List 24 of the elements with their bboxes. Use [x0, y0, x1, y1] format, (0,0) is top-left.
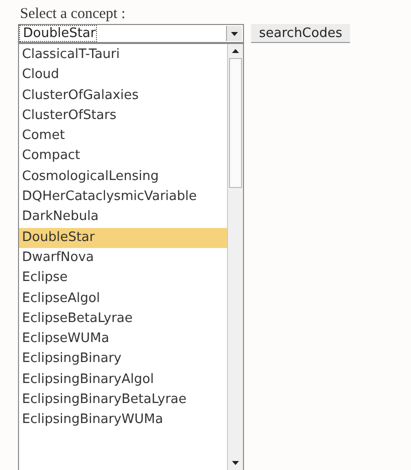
dropdown-option[interactable]: Compact	[19, 146, 227, 167]
dropdown-option[interactable]: Eclipse	[19, 268, 227, 289]
dropdown-option[interactable]: ClassicalT-Tauri	[19, 45, 227, 66]
search-codes-button[interactable]: searchCodes	[251, 24, 350, 43]
dropdown-option[interactable]: ClusterOfStars	[19, 106, 227, 126]
dropdown-option[interactable]: EclipsingBinaryWUMa	[19, 410, 227, 431]
dropdown-option[interactable]: EclipsingBinaryAlgol	[19, 370, 227, 390]
dropdown-option[interactable]: DarkNebula	[19, 207, 227, 228]
dropdown-option[interactable]: ClusterOfGalaxies	[19, 86, 227, 106]
dropdown-option[interactable]: Comet	[19, 126, 227, 146]
dropdown-option[interactable]: EclipseAlgol	[19, 288, 227, 309]
dropdown-option[interactable]: CosmologicalLensing	[19, 166, 227, 188]
dropdown-option[interactable]: EclipseBetaLyrae	[19, 308, 227, 330]
dropdown-option[interactable]: DoubleStar	[19, 228, 227, 248]
dropdown-option[interactable]: DQHerCataclysmicVariable	[19, 187, 227, 208]
field-label: Select a concept :	[20, 6, 126, 24]
dropdown-option[interactable]: EclipsingBinaryBetaLyrae	[19, 390, 227, 410]
dropdown-option[interactable]: EclipsingBinary	[19, 349, 227, 370]
dropdown-option[interactable]: Cloud	[19, 65, 227, 86]
dropdown-option[interactable]: EclipseWUMa	[19, 329, 227, 350]
scrollbar[interactable]	[227, 44, 243, 470]
scroll-thumb[interactable]	[229, 58, 242, 188]
dropdown-option[interactable]: DwarfNova	[19, 248, 227, 268]
concept-dropdown[interactable]: DoubleStar	[18, 24, 244, 43]
